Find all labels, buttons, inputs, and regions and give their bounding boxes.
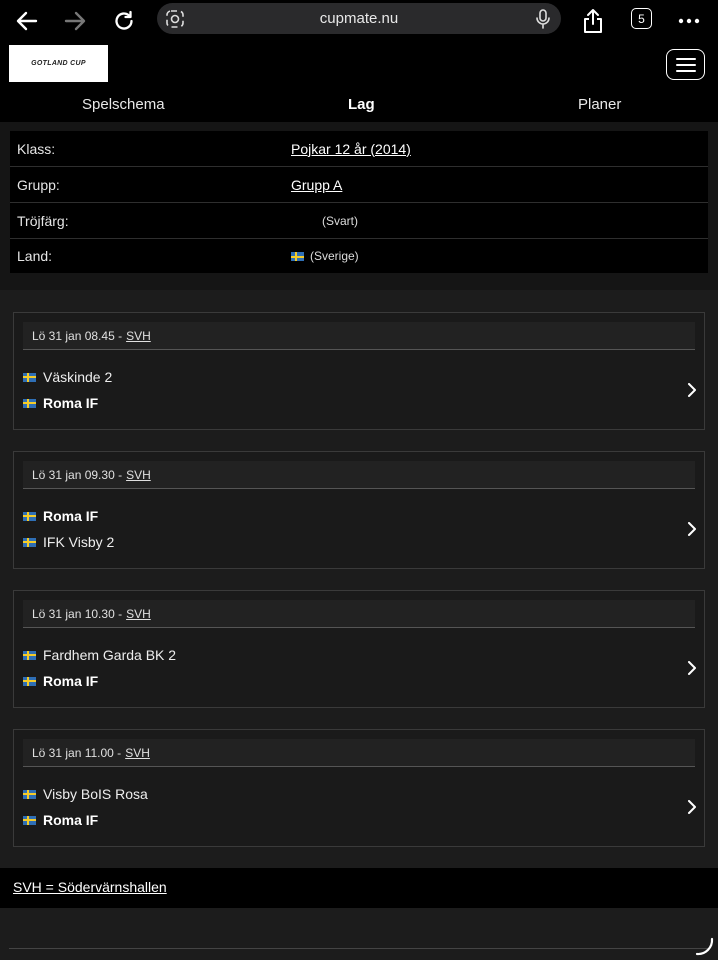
- venue-legend-bar: SVH = Södervärnshallen: [0, 868, 718, 908]
- reload-icon: [115, 10, 133, 30]
- sweden-flag-icon: [23, 372, 36, 382]
- info-row-trojfarg: Tröjfärg: (Svart): [10, 203, 708, 239]
- away-team: Roma IF: [23, 673, 98, 689]
- team-info-section: Klass: Pojkar 12 år (2014) Grupp: Grupp …: [0, 122, 718, 290]
- page-bottom: [0, 908, 718, 960]
- match-header: Lö 31 jan 10.30 - SVH: [23, 600, 695, 628]
- site-header: GOTLAND CUP Spelschema Lag Planer: [0, 42, 718, 122]
- match-header: Lö 31 jan 08.45 - SVH: [23, 322, 695, 350]
- group-link[interactable]: Grupp A: [291, 177, 342, 193]
- url-text: cupmate.nu: [319, 10, 399, 27]
- divider: [9, 948, 709, 949]
- class-link[interactable]: Pojkar 12 år (2014): [291, 141, 411, 157]
- reload-button[interactable]: [109, 6, 139, 36]
- match-header: Lö 31 jan 09.30 - SVH: [23, 461, 695, 489]
- hamburger-line-icon: [675, 57, 696, 60]
- back-arrow-icon: [16, 11, 38, 31]
- hamburger-line-icon: [675, 69, 696, 72]
- match-card[interactable]: Lö 31 jan 09.30 - SVH Roma IF IFK Visby …: [13, 451, 705, 569]
- sweden-flag-icon: [23, 815, 36, 825]
- venue-link[interactable]: SVH: [126, 468, 151, 482]
- home-team: Roma IF: [23, 508, 98, 524]
- team-name: IFK Visby 2: [43, 534, 115, 550]
- match-time: Lö 31 jan 09.30 -: [32, 467, 123, 482]
- site-logo[interactable]: GOTLAND CUP: [9, 45, 108, 82]
- logo-text: GOTLAND CUP: [31, 60, 86, 67]
- info-label: Klass:: [17, 140, 56, 157]
- chevron-right-icon[interactable]: [686, 383, 698, 397]
- match-card[interactable]: Lö 31 jan 08.45 - SVH Väskinde 2 Roma IF: [13, 312, 705, 430]
- sweden-flag-icon: [23, 789, 36, 799]
- home-team: Fardhem Garda BK 2: [23, 647, 176, 663]
- country-value: (Sverige): [291, 249, 359, 263]
- forward-button[interactable]: [60, 6, 90, 36]
- home-team: Visby BoIS Rosa: [23, 786, 148, 802]
- sweden-flag-icon: [23, 511, 36, 521]
- chevron-right-icon[interactable]: [686, 800, 698, 814]
- back-button[interactable]: [12, 6, 42, 36]
- loading-spinner-icon: [695, 937, 714, 956]
- country-text: (Sverige): [310, 249, 359, 263]
- more-menu-button[interactable]: [674, 6, 704, 36]
- match-card[interactable]: Lö 31 jan 10.30 - SVH Fardhem Garda BK 2…: [13, 590, 705, 708]
- match-time: Lö 31 jan 10.30 -: [32, 606, 123, 621]
- more-dots-icon: [678, 18, 700, 24]
- share-button[interactable]: [578, 6, 608, 36]
- tab-spelschema[interactable]: Spelschema: [82, 96, 165, 113]
- browser-toolbar: cupmate.nu 5: [0, 0, 718, 42]
- team-info-table: Klass: Pojkar 12 år (2014) Grupp: Grupp …: [10, 131, 708, 273]
- venue-link[interactable]: SVH: [126, 329, 151, 343]
- team-name: Roma IF: [43, 395, 99, 411]
- away-team: Roma IF: [23, 395, 98, 411]
- away-team: IFK Visby 2: [23, 534, 114, 550]
- sweden-flag-icon: [23, 650, 36, 660]
- info-label: Tröjfärg:: [17, 212, 69, 229]
- lens-icon[interactable]: [165, 9, 185, 29]
- sweden-flag-icon: [23, 537, 36, 547]
- info-row-grupp: Grupp: Grupp A: [10, 167, 708, 203]
- tab-planer[interactable]: Planer: [578, 96, 621, 113]
- hamburger-menu-button[interactable]: [666, 49, 705, 80]
- section-tabs: Spelschema Lag Planer: [0, 92, 718, 118]
- info-row-klass: Klass: Pojkar 12 år (2014): [10, 131, 708, 167]
- team-name: Roma IF: [43, 812, 99, 828]
- match-card[interactable]: Lö 31 jan 11.00 - SVH Visby BoIS Rosa Ro…: [13, 729, 705, 847]
- shirt-color-value: (Svart): [322, 213, 358, 228]
- sweden-flag-icon: [291, 252, 304, 262]
- home-team: Väskinde 2: [23, 369, 112, 385]
- venue-link[interactable]: SVH: [125, 746, 150, 760]
- match-time: Lö 31 jan 11.00 -: [32, 745, 122, 760]
- match-header: Lö 31 jan 11.00 - SVH: [23, 739, 695, 767]
- chevron-right-icon[interactable]: [686, 522, 698, 536]
- team-name: Visby BoIS Rosa: [43, 786, 148, 802]
- away-team: Roma IF: [23, 812, 98, 828]
- address-bar[interactable]: cupmate.nu: [157, 3, 561, 34]
- tab-lag[interactable]: Lag: [348, 96, 375, 113]
- team-name: Väskinde 2: [43, 369, 113, 385]
- hamburger-line-icon: [675, 63, 696, 66]
- venue-link[interactable]: SVH: [126, 607, 151, 621]
- info-label: Land:: [17, 248, 53, 264]
- microphone-icon[interactable]: [535, 9, 551, 29]
- info-row-land: Land: (Sverige): [10, 239, 708, 273]
- forward-arrow-icon: [64, 11, 86, 31]
- match-list: Lö 31 jan 08.45 - SVH Väskinde 2 Roma IF…: [0, 290, 718, 868]
- sweden-flag-icon: [23, 398, 36, 408]
- team-name: Roma IF: [43, 673, 99, 689]
- info-label: Grupp:: [17, 176, 60, 193]
- chevron-right-icon[interactable]: [686, 661, 698, 675]
- venue-legend-link[interactable]: SVH = Södervärnshallen: [13, 879, 167, 895]
- share-icon: [584, 9, 602, 33]
- sweden-flag-icon: [23, 676, 36, 686]
- match-time: Lö 31 jan 08.45 -: [32, 328, 123, 343]
- tabs-button[interactable]: 5: [631, 8, 652, 29]
- team-name: Fardhem Garda BK 2: [43, 647, 177, 663]
- team-name: Roma IF: [43, 508, 99, 524]
